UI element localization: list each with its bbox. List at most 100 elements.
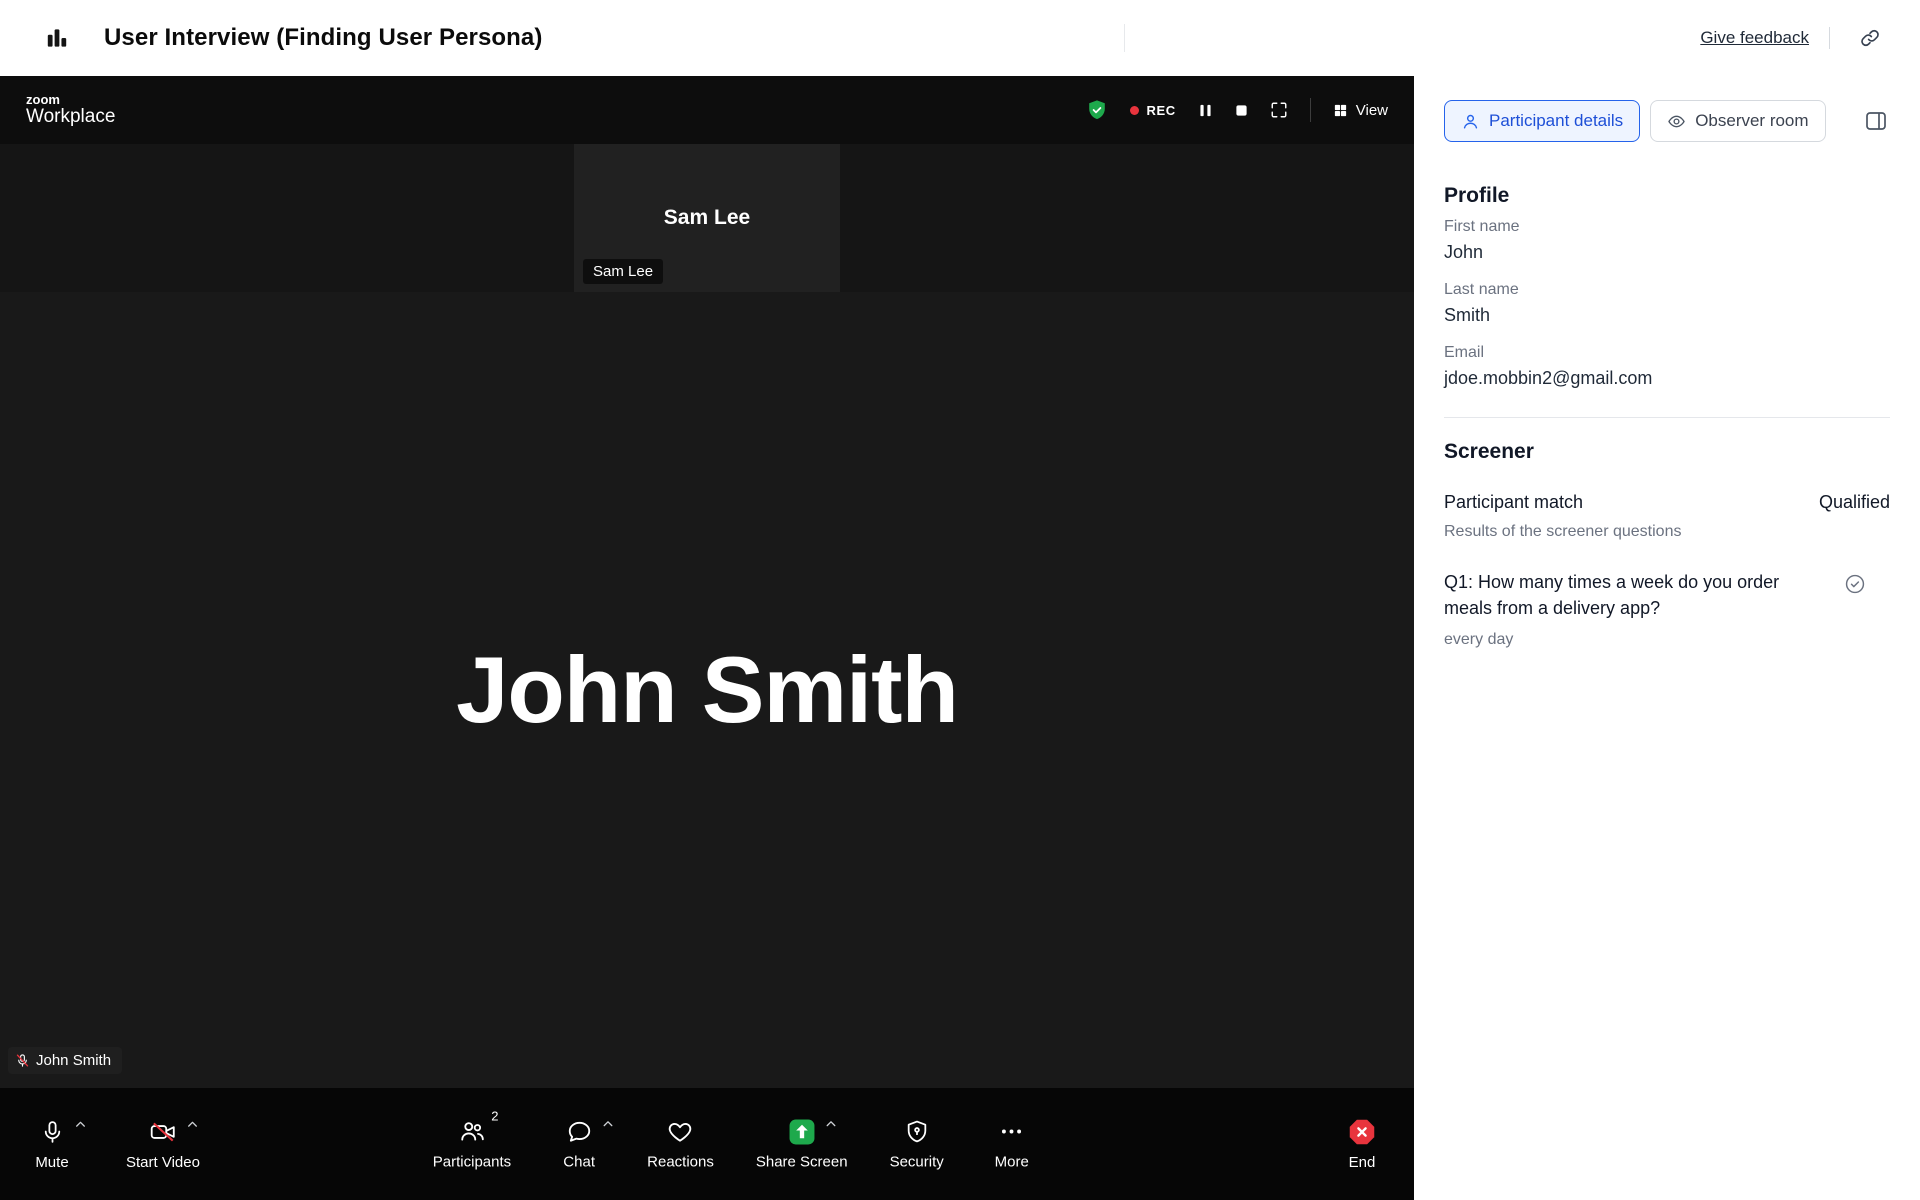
participants-label: Participants xyxy=(432,1153,512,1171)
screener-answer: every day xyxy=(1444,631,1514,649)
check-circle-icon xyxy=(1844,573,1866,595)
security-label: Security xyxy=(889,1153,944,1171)
mic-off-icon xyxy=(15,1053,30,1068)
end-label: End xyxy=(1348,1153,1376,1171)
tab-observer-room[interactable]: Observer room xyxy=(1650,100,1826,142)
page-title: User Interview (Finding User Persona) xyxy=(104,24,543,51)
panel-body: Profile First name John Last name Smith … xyxy=(1414,142,1920,649)
screener-heading: Screener xyxy=(1444,440,1534,463)
header-actions-divider xyxy=(1829,27,1830,49)
share-screen-icon xyxy=(788,1118,815,1145)
encryption-shield-button[interactable] xyxy=(1086,98,1108,122)
end-meeting-button[interactable]: End xyxy=(1336,1118,1388,1171)
observer-icon xyxy=(1667,112,1686,131)
zoom-header: zoom Workplace REC View xyxy=(0,76,1414,144)
person-icon xyxy=(1461,112,1480,131)
top-app-bar: User Interview (Finding User Persona) Gi… xyxy=(0,0,1920,76)
tab-participant-details-label: Participant details xyxy=(1489,111,1624,130)
chat-options-chevron-up-icon[interactable] xyxy=(601,1118,614,1135)
screener-question: Q1: How many times a week do you order m… xyxy=(1444,572,1780,619)
chat-icon xyxy=(566,1119,592,1145)
view-label: View xyxy=(1355,101,1388,119)
mute-options-chevron-up-icon[interactable] xyxy=(74,1118,87,1135)
copy-link-button[interactable] xyxy=(1850,18,1890,58)
field-label: Email xyxy=(1444,344,1485,361)
profile-field-last-name: Last name Smith xyxy=(1444,281,1890,326)
share-screen-label: Share Screen xyxy=(755,1153,848,1171)
give-feedback-link[interactable]: Give feedback xyxy=(1700,28,1809,48)
stop-icon xyxy=(1235,104,1248,117)
active-speaker-tag-text: John Smith xyxy=(36,1052,112,1069)
participants-count-badge: 2 xyxy=(491,1108,499,1124)
profile-field-email: Email jdoe.mobbin2@gmail.com xyxy=(1444,344,1890,389)
panel-tabs: Participant details Observer room xyxy=(1414,76,1920,142)
active-speaker-stage: John Smith John Smith xyxy=(0,292,1414,1088)
pause-icon xyxy=(1198,103,1213,118)
heart-icon xyxy=(667,1119,694,1145)
collapse-panel-button[interactable] xyxy=(1860,105,1892,137)
zoom-toolbar: Mute Start Video 2 Participants Chat Rea… xyxy=(0,1088,1414,1200)
participant-match-status: Qualified xyxy=(1818,492,1890,512)
reactions-label: Reactions xyxy=(647,1153,714,1171)
shield-icon xyxy=(904,1119,929,1145)
participants-button[interactable]: 2 Participants xyxy=(432,1109,512,1171)
participant-name-tag: Sam Lee xyxy=(583,259,664,284)
toolbar-center-group: 2 Participants Chat Reactions Share Scre… xyxy=(432,1109,1038,1171)
view-button[interactable]: View xyxy=(1333,102,1388,119)
tab-observer-room-label: Observer room xyxy=(1695,111,1809,130)
mic-icon xyxy=(40,1119,65,1145)
mute-label: Mute xyxy=(35,1153,69,1171)
participant-match-label: Participant match xyxy=(1444,492,1584,512)
participant-match-row: Participant match Qualified xyxy=(1444,492,1890,513)
video-options-chevron-up-icon[interactable] xyxy=(186,1118,199,1135)
active-speaker-name-tag: John Smith xyxy=(8,1047,123,1074)
grid-view-icon xyxy=(1333,103,1348,118)
main-layout: zoom Workplace REC View Sam Lee Sam Lee … xyxy=(0,76,1920,1200)
zoom-header-controls: REC View xyxy=(1086,98,1388,122)
start-video-label: Start Video xyxy=(126,1153,200,1171)
end-call-icon xyxy=(1348,1118,1376,1146)
field-value: John xyxy=(1444,242,1484,262)
field-label: First name xyxy=(1444,218,1520,235)
workplace-brand-text: Workplace xyxy=(26,105,116,127)
rec-dot xyxy=(1129,105,1139,115)
share-options-chevron-up-icon[interactable] xyxy=(824,1118,837,1135)
ellipsis-icon xyxy=(999,1119,1025,1145)
reactions-button[interactable]: Reactions xyxy=(647,1118,714,1171)
header-divider xyxy=(1124,24,1125,52)
mute-button[interactable]: Mute xyxy=(26,1118,85,1171)
encryption-shield-icon xyxy=(1086,98,1108,122)
link-icon xyxy=(1859,27,1881,49)
participants-icon xyxy=(458,1119,485,1145)
zoom-brand-text: zoom xyxy=(26,91,60,107)
chat-button[interactable]: Chat xyxy=(553,1118,613,1171)
participant-video-tile[interactable]: Sam Lee Sam Lee xyxy=(574,144,840,292)
details-panel: Participant details Observer room Profil… xyxy=(1414,76,1920,1200)
field-value: Smith xyxy=(1444,305,1491,325)
more-label: More xyxy=(994,1153,1029,1171)
recording-indicator: REC xyxy=(1129,103,1176,118)
profile-heading: Profile xyxy=(1444,184,1510,207)
collapse-panel-icon xyxy=(1864,109,1888,133)
section-divider xyxy=(1444,417,1890,418)
toolbar-left-group: Mute Start Video xyxy=(26,1118,200,1171)
start-video-button[interactable]: Start Video xyxy=(126,1118,200,1171)
screener-subtitle: Results of the screener questions xyxy=(1444,523,1682,540)
share-screen-button[interactable]: Share Screen xyxy=(756,1118,848,1171)
more-button[interactable]: More xyxy=(986,1118,1038,1171)
app-logo-icon xyxy=(44,25,70,51)
fullscreen-icon xyxy=(1270,101,1288,119)
camera-off-icon xyxy=(149,1119,177,1145)
tab-participant-details[interactable]: Participant details xyxy=(1444,100,1641,142)
security-button[interactable]: Security xyxy=(890,1118,944,1171)
pause-recording-button[interactable] xyxy=(1198,103,1213,118)
chat-label: Chat xyxy=(563,1153,595,1171)
participant-name: Sam Lee xyxy=(663,206,751,229)
zoom-meeting-window: zoom Workplace REC View Sam Lee Sam Lee … xyxy=(0,76,1414,1200)
fullscreen-button[interactable] xyxy=(1270,101,1288,119)
profile-field-first-name: First name John xyxy=(1444,218,1890,263)
field-value: jdoe.mobbin2@gmail.com xyxy=(1444,368,1653,388)
stop-recording-button[interactable] xyxy=(1235,104,1248,117)
screener-question-row: Q1: How many times a week do you order m… xyxy=(1444,569,1890,621)
thumbnail-strip: Sam Lee Sam Lee xyxy=(0,144,1414,292)
